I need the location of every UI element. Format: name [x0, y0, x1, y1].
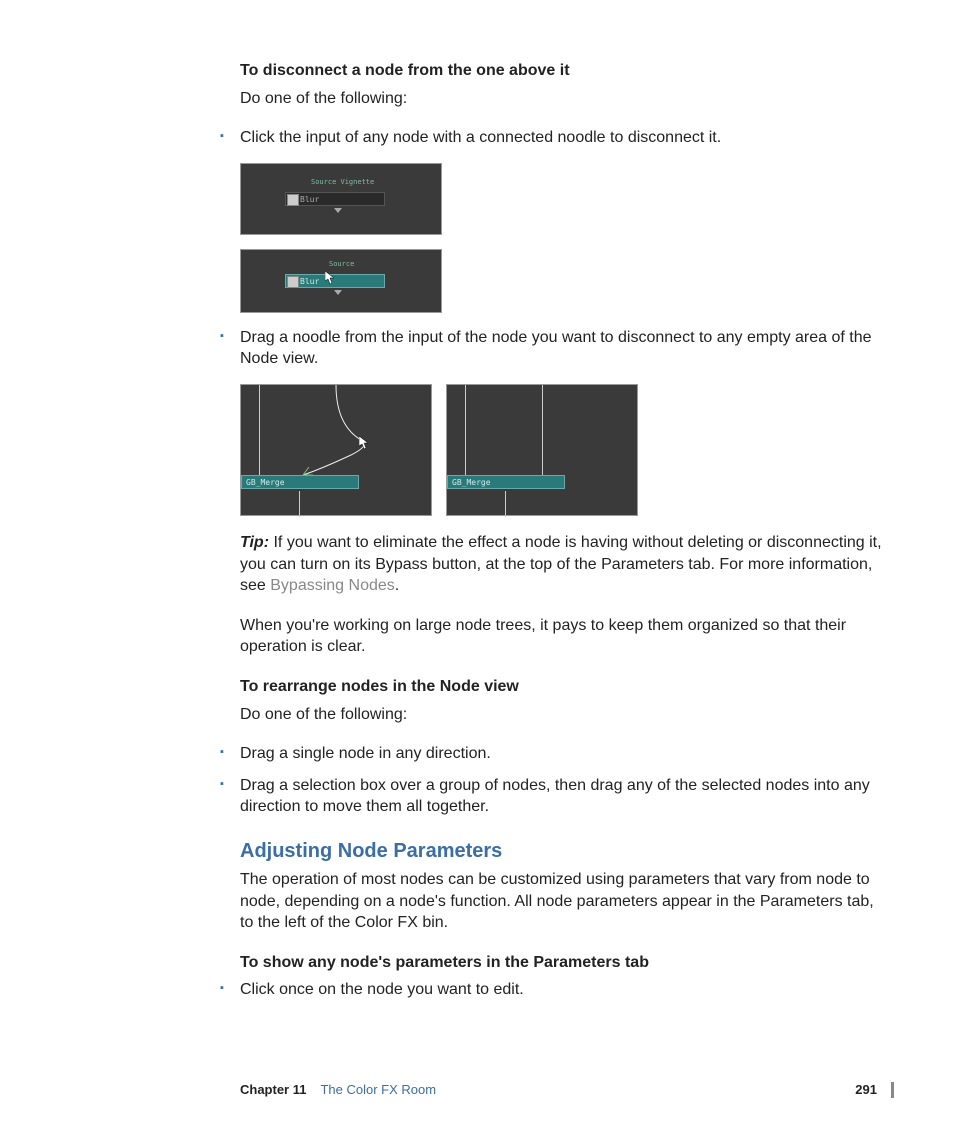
tip-body-b: .	[395, 577, 399, 594]
heading-show-params: To show any node's parameters in the Par…	[240, 954, 649, 971]
do-one-2: Do one of the following:	[240, 704, 884, 726]
connector-line	[542, 385, 543, 475]
tip-label: Tip:	[240, 534, 269, 551]
bullet-click-input: Click the input of any node with a conne…	[222, 127, 884, 149]
heading-rearrange: To rearrange nodes in the Node view	[240, 678, 519, 695]
disconnect-heading-block: To disconnect a node from the one above …	[240, 60, 884, 109]
node-icon	[287, 194, 299, 206]
rearrange-heading-block: To rearrange nodes in the Node view Do o…	[240, 676, 884, 725]
section-body: The operation of most nodes can be custo…	[240, 869, 884, 934]
bullet-click-once: Click once on the node you want to edit.	[222, 979, 884, 1001]
page-footer: Chapter 11 The Color FX Room 291	[240, 1081, 894, 1099]
bullet-drag-selection: Drag a selection box over a group of nod…	[222, 775, 884, 818]
link-bypassing-nodes[interactable]: Bypassing Nodes	[270, 577, 395, 594]
connector-line	[465, 385, 466, 475]
figure-node-dark: Source Vignette Blur	[240, 163, 442, 235]
triangle-down-icon	[334, 208, 342, 213]
connector-line	[505, 491, 506, 517]
fig-node-blur-teal: Blur	[285, 274, 385, 288]
cursor-icon	[325, 270, 335, 292]
tip-paragraph: Tip: If you want to eliminate the effect…	[240, 532, 884, 597]
footer-chapter-title: The Color FX Room	[320, 1081, 436, 1099]
section-adjusting-params: Adjusting Node Parameters	[240, 838, 884, 865]
footer-page-number: 291	[855, 1081, 877, 1099]
fig-node-merge-2: GB_Merge	[447, 475, 565, 489]
figure-drag-before: GB_Merge	[240, 384, 432, 516]
triangle-down-icon	[334, 290, 342, 295]
figure-row-drag: GB_Merge GB_Merge	[240, 384, 884, 516]
figure-node-teal: Source Blur	[240, 249, 442, 313]
do-one-1: Do one of the following:	[240, 88, 884, 110]
footer-bar-icon	[891, 1082, 894, 1098]
fig-node-blur-dark: Blur	[285, 192, 385, 206]
fig-node-merge-1: GB_Merge	[241, 475, 359, 489]
footer-chapter: Chapter 11	[240, 1081, 306, 1099]
cursor-icon	[359, 435, 369, 457]
bullet-drag-single: Drag a single node in any direction.	[222, 743, 884, 765]
figure-drag-after: GB_Merge	[446, 384, 638, 516]
fig-label-src-vig: Source Vignette	[311, 178, 374, 187]
para-large-trees: When you're working on large node trees,…	[240, 615, 884, 658]
bullet-drag-noodle: Drag a noodle from the input of the node…	[222, 327, 884, 370]
noodle-curve	[241, 385, 433, 517]
heading-disconnect: To disconnect a node from the one above …	[240, 62, 570, 79]
node-icon	[287, 276, 299, 288]
fig-label-source: Source	[329, 260, 354, 269]
